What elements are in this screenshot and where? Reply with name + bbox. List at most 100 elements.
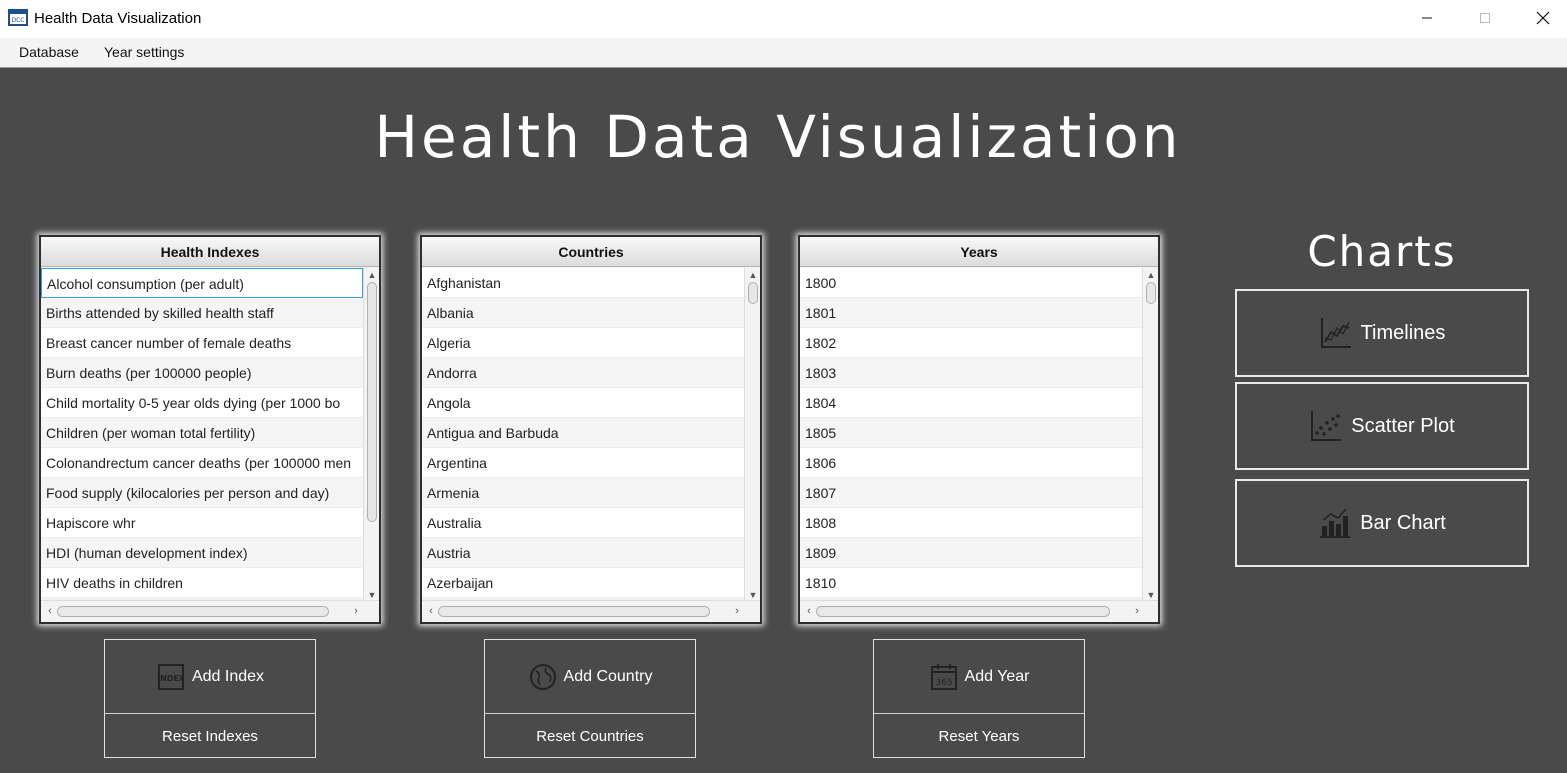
list-item[interactable]: 1804 (800, 388, 1142, 418)
scroll-left-icon[interactable]: ‹ (424, 605, 438, 617)
scroll-right-icon[interactable]: › (349, 605, 363, 617)
list-item[interactable]: Andorra (422, 358, 744, 388)
vertical-scrollbar[interactable]: ▲ ▼ (744, 268, 760, 602)
list-item[interactable]: 1802 (800, 328, 1142, 358)
add-country-button[interactable]: Add Country (485, 640, 695, 714)
list-item[interactable]: Armenia (422, 478, 744, 508)
main-area: Health Data Visualization Health Indexes… (0, 69, 1567, 773)
list-item[interactable]: 1803 (800, 358, 1142, 388)
list-item[interactable]: Breast cancer number of female deaths (41, 328, 363, 358)
svg-text:DCC: DCC (12, 17, 25, 24)
app-icon: DCC (8, 9, 28, 26)
health-indexes-rows: Alcohol consumption (per adult) Births a… (41, 268, 363, 598)
horizontal-scrollbar[interactable]: ‹ › (41, 600, 379, 622)
list-item[interactable]: Births attended by skilled health staff (41, 298, 363, 328)
scrollbar-thumb[interactable] (816, 606, 1110, 617)
bar-chart-icon (1320, 508, 1351, 538)
window-title: Health Data Visualization (34, 10, 202, 27)
countries-list: Countries Afghanistan Albania Algeria An… (420, 235, 762, 624)
close-button[interactable] (1514, 0, 1567, 36)
minimize-icon (1422, 17, 1432, 19)
list-item[interactable]: 1801 (800, 298, 1142, 328)
scroll-left-icon[interactable]: ‹ (802, 605, 816, 617)
vertical-scrollbar[interactable]: ▲ ▼ (1142, 268, 1158, 602)
country-actions: Add Country Reset Countries (484, 639, 696, 758)
list-item[interactable]: Azerbaijan (422, 568, 744, 598)
reset-years-button[interactable]: Reset Years (874, 715, 1084, 757)
page-title: Health Data Visualization (374, 103, 1182, 171)
charts-title: Charts (1307, 227, 1457, 276)
maximize-icon (1480, 13, 1490, 23)
list-item[interactable]: Argentina (422, 448, 744, 478)
scrollbar-thumb[interactable] (748, 282, 758, 304)
list-item[interactable]: 1809 (800, 538, 1142, 568)
list-item[interactable]: 1810 (800, 568, 1142, 598)
list-item[interactable]: Hapiscore whr (41, 508, 363, 538)
horizontal-scrollbar[interactable]: ‹ › (422, 600, 760, 622)
list-item[interactable]: 1806 (800, 448, 1142, 478)
list-item[interactable]: Child mortality 0-5 year olds dying (per… (41, 388, 363, 418)
scroll-left-icon[interactable]: ‹ (43, 605, 57, 617)
timelines-button[interactable]: Timelines (1235, 289, 1529, 377)
list-item[interactable]: Alcohol consumption (per adult) (41, 268, 363, 298)
svg-text:INDEX: INDEX (157, 674, 186, 683)
list-item[interactable]: 1808 (800, 508, 1142, 538)
index-icon: INDEX (157, 663, 186, 690)
vertical-scrollbar[interactable]: ▲ ▼ (363, 268, 379, 602)
scatter-plot-label: Scatter Plot (1351, 414, 1455, 437)
list-item[interactable]: Children (per woman total fertility) (41, 418, 363, 448)
list-item[interactable]: Albania (422, 298, 744, 328)
maximize-button[interactable] (1456, 0, 1514, 36)
add-year-label: Add Year (964, 667, 1030, 685)
list-item[interactable]: HDI (human development index) (41, 538, 363, 568)
scrollbar-thumb[interactable] (1146, 282, 1156, 304)
list-item[interactable]: Burn deaths (per 100000 people) (41, 358, 363, 388)
list-item[interactable]: 1807 (800, 478, 1142, 508)
menu-bar: Database Year settings (0, 38, 1567, 68)
scrollbar-thumb[interactable] (438, 606, 710, 617)
health-indexes-header: Health Indexes (41, 237, 379, 267)
list-item[interactable]: Colonandrectum cancer deaths (per 100000… (41, 448, 363, 478)
years-list: Years 1800 1801 1802 1803 1804 1805 1806… (798, 235, 1160, 624)
health-indexes-list: Health Indexes Alcohol consumption (per … (39, 235, 381, 624)
add-index-label: Add Index (191, 667, 265, 685)
menu-database[interactable]: Database (19, 44, 79, 60)
timelines-label: Timelines (1360, 321, 1446, 344)
reset-countries-button[interactable]: Reset Countries (485, 715, 695, 757)
scroll-right-icon[interactable]: › (730, 605, 744, 617)
add-index-button[interactable]: INDEX Add Index (105, 640, 315, 714)
scroll-right-icon[interactable]: › (1130, 605, 1144, 617)
scatter-plot-icon (1311, 411, 1342, 441)
add-country-label: Add Country (563, 667, 653, 685)
scroll-up-icon[interactable]: ▲ (745, 268, 761, 282)
line-chart-icon (1320, 318, 1351, 348)
calendar-365-icon: 365 (930, 663, 957, 690)
list-item[interactable]: HIV deaths in children (41, 568, 363, 598)
countries-header: Countries (422, 237, 760, 267)
title-bar: DCC Health Data Visualization (0, 0, 1567, 38)
scrollbar-thumb[interactable] (57, 606, 329, 617)
list-item[interactable]: Afghanistan (422, 268, 744, 298)
list-item[interactable]: Austria (422, 538, 744, 568)
scroll-up-icon[interactable]: ▲ (1143, 268, 1159, 282)
list-item[interactable]: Antigua and Barbuda (422, 418, 744, 448)
list-item[interactable]: Food supply (kilocalories per person and… (41, 478, 363, 508)
list-item[interactable]: Australia (422, 508, 744, 538)
list-item[interactable]: 1800 (800, 268, 1142, 298)
scatter-plot-button[interactable]: Scatter Plot (1235, 382, 1529, 470)
scrollbar-thumb[interactable] (367, 282, 377, 522)
bar-chart-label: Bar Chart (1360, 511, 1446, 534)
list-item[interactable]: 1805 (800, 418, 1142, 448)
menu-year-settings[interactable]: Year settings (104, 44, 184, 60)
reset-indexes-button[interactable]: Reset Indexes (105, 715, 315, 757)
add-year-button[interactable]: 365 Add Year (874, 640, 1084, 714)
years-rows: 1800 1801 1802 1803 1804 1805 1806 1807 … (800, 268, 1142, 598)
years-header: Years (800, 237, 1158, 267)
list-item[interactable]: Algeria (422, 328, 744, 358)
scroll-up-icon[interactable]: ▲ (364, 268, 380, 282)
bar-chart-button[interactable]: Bar Chart (1235, 479, 1529, 567)
minimize-button[interactable] (1398, 0, 1456, 36)
horizontal-scrollbar[interactable]: ‹ › (800, 600, 1158, 622)
list-item[interactable]: Angola (422, 388, 744, 418)
countries-rows: Afghanistan Albania Algeria Andorra Ango… (422, 268, 744, 598)
